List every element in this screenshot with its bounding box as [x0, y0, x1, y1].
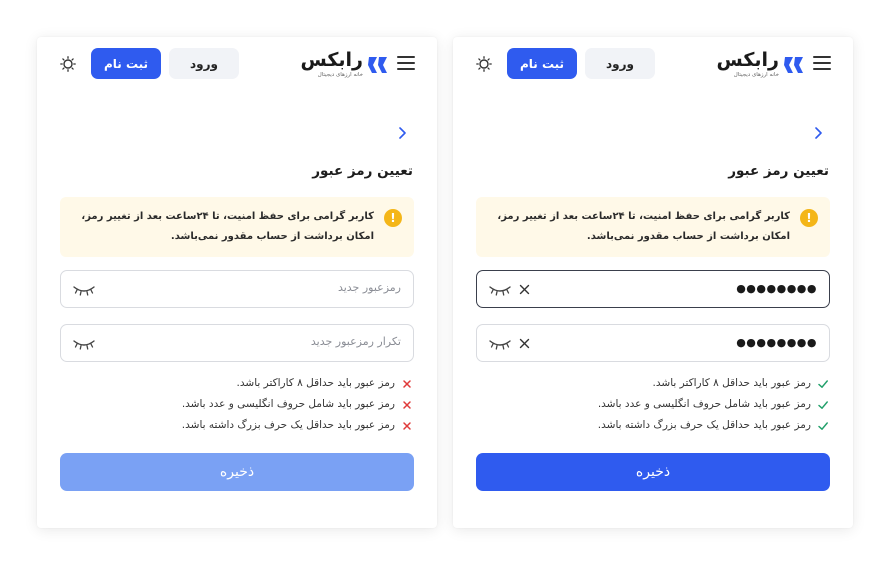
login-button[interactable]: ورود	[169, 48, 239, 79]
new-password-value: ●●●●●●●●	[736, 282, 817, 295]
check-icon	[818, 422, 828, 430]
rule-text: رمز عبور باید شامل حروف انگلیسی و عدد با…	[181, 398, 395, 410]
chevron-right-icon[interactable]	[811, 126, 825, 140]
brand-tagline: خانه ارزهای دیجیتال	[733, 72, 779, 78]
new-password-input[interactable]: رمزعبور جدید	[60, 270, 414, 308]
password-rules: رمز عبور باید حداقل ۸ کاراکتر باشد. رمز …	[61, 376, 413, 439]
hamburger-icon[interactable]	[397, 56, 415, 70]
brand-mark-icon	[368, 57, 387, 73]
header: رابکس خانه ارزهای دیجیتال ورود ثبت نام	[453, 47, 853, 82]
confirm-password-input[interactable]: تکرار رمزعبور جدید	[60, 324, 414, 362]
notice-text: کاربر گرامی برای حفظ امنیت، تا ۲۴ساعت بع…	[497, 211, 790, 242]
new-password-placeholder: رمزعبور جدید	[337, 281, 401, 294]
new-password-input[interactable]: ●●●●●●●●	[476, 270, 830, 308]
brand-logo[interactable]: رابکس خانه ارزهای دیجیتال	[293, 49, 389, 82]
brand-tagline: خانه ارزهای دیجیتال	[317, 72, 363, 78]
exclamation-icon: !	[384, 209, 402, 227]
screenshot-stage: رابکس خانه ارزهای دیجیتال ورود ثبت نام ت…	[0, 0, 890, 566]
chevron-right-icon[interactable]	[395, 126, 409, 140]
save-button[interactable]: ذخیره	[476, 453, 830, 491]
eye-closed-icon[interactable]	[488, 283, 512, 297]
eye-closed-icon[interactable]	[72, 283, 96, 297]
brand-mark-icon	[784, 57, 803, 73]
brand-name: رابکس	[300, 49, 364, 71]
header: رابکس خانه ارزهای دیجیتال ورود ثبت نام	[37, 47, 437, 82]
cross-icon	[403, 401, 411, 409]
rule-item: رمز عبور باید حداقل یک حرف بزرگ داشته با…	[477, 418, 829, 439]
rule-text: رمز عبور باید شامل حروف انگلیسی و عدد با…	[597, 398, 811, 410]
close-icon[interactable]	[519, 284, 530, 295]
page-title: تعیین رمز عبور	[312, 163, 413, 179]
sun-icon[interactable]	[60, 56, 76, 72]
hamburger-icon[interactable]	[813, 56, 831, 70]
cross-icon	[403, 380, 411, 388]
cross-icon	[403, 422, 411, 430]
page-title: تعیین رمز عبور	[728, 163, 829, 179]
rule-item: رمز عبور باید حداقل ۸ کاراکتر باشد.	[61, 376, 413, 397]
rule-text: رمز عبور باید حداقل ۸ کاراکتر باشد.	[236, 377, 395, 389]
rule-item: رمز عبور باید حداقل ۸ کاراکتر باشد.	[477, 376, 829, 397]
rule-text: رمز عبور باید حداقل یک حرف بزرگ داشته با…	[181, 419, 395, 431]
brand-name: رابکس	[716, 49, 780, 71]
check-icon	[818, 401, 828, 409]
notice-text: کاربر گرامی برای حفظ امنیت، تا ۲۴ساعت بع…	[81, 211, 374, 242]
signup-button[interactable]: ثبت نام	[91, 48, 161, 79]
security-notice: ! کاربر گرامی برای حفظ امنیت، تا ۲۴ساعت …	[476, 197, 830, 257]
eye-closed-icon[interactable]	[488, 337, 512, 351]
login-button[interactable]: ورود	[585, 48, 655, 79]
brand-logo[interactable]: رابکس خانه ارزهای دیجیتال	[709, 49, 805, 82]
password-card-filled: رابکس خانه ارزهای دیجیتال ورود ثبت نام ت…	[453, 37, 853, 528]
rule-text: رمز عبور باید حداقل ۸ کاراکتر باشد.	[652, 377, 811, 389]
rule-item: رمز عبور باید شامل حروف انگلیسی و عدد با…	[61, 397, 413, 418]
rule-item: رمز عبور باید شامل حروف انگلیسی و عدد با…	[477, 397, 829, 418]
rule-text: رمز عبور باید حداقل یک حرف بزرگ داشته با…	[597, 419, 811, 431]
confirm-password-value: ●●●●●●●●	[736, 336, 817, 349]
eye-closed-icon[interactable]	[72, 337, 96, 351]
security-notice: ! کاربر گرامی برای حفظ امنیت، تا ۲۴ساعت …	[60, 197, 414, 257]
close-icon[interactable]	[519, 338, 530, 349]
exclamation-icon: !	[800, 209, 818, 227]
password-card-empty: رابکس خانه ارزهای دیجیتال ورود ثبت نام ت…	[37, 37, 437, 528]
confirm-password-placeholder: تکرار رمزعبور جدید	[310, 335, 401, 348]
rule-item: رمز عبور باید حداقل یک حرف بزرگ داشته با…	[61, 418, 413, 439]
save-button[interactable]: ذخیره	[60, 453, 414, 491]
signup-button[interactable]: ثبت نام	[507, 48, 577, 79]
password-rules: رمز عبور باید حداقل ۸ کاراکتر باشد. رمز …	[477, 376, 829, 439]
check-icon	[818, 380, 828, 388]
confirm-password-input[interactable]: ●●●●●●●●	[476, 324, 830, 362]
sun-icon[interactable]	[476, 56, 492, 72]
